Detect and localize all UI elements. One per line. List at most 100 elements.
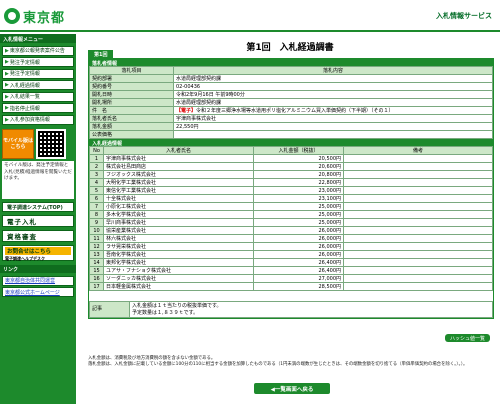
bid-cell-no: 5 <box>89 186 104 195</box>
bid-cell-rem <box>343 266 493 275</box>
winner-header-content: 落札内容 <box>173 66 493 75</box>
winner-row: 開札日時 令和2年9月16日 午前9時00分 <box>89 90 493 99</box>
bid-cell-name: 早川商事株式会社 <box>103 218 254 227</box>
mobile-button[interactable]: モバイル版はこちら <box>2 129 34 159</box>
winner-row-text: 宇津商事株式会社 <box>176 116 217 122</box>
sidebar-links: 東京都自治体共同運営 東京都公式ホームページ <box>0 273 76 300</box>
bid-cell-name: 十全株式会社 <box>103 194 254 203</box>
winner-row-label: 公表価格 <box>89 130 174 139</box>
bid-cell-no: 16 <box>89 274 104 283</box>
bid-cell-amt: 25,000円 <box>253 210 344 219</box>
bid-cell-no: 11 <box>89 234 104 243</box>
ebid-enter-button[interactable]: 電子入札 <box>2 215 74 227</box>
logo[interactable]: 東京都 <box>4 6 65 26</box>
bid-cell-name: 吾南化学株式会社 <box>103 250 254 259</box>
arrow-right-icon: ▶ <box>5 93 9 100</box>
memo-content: 入札金額は１ｔ当たりの税抜単価です。 予定数量は１,８３９ｔです。 <box>129 301 493 318</box>
winner-row-value: 22,550円 <box>173 122 493 131</box>
bid-cell-no: 4 <box>89 178 104 187</box>
page-title: 第1回 入札経過調書 <box>246 43 334 53</box>
arrow-right-icon: ▶ <box>5 47 9 54</box>
bid-row: 9 早川商事株式会社 25,000円 <box>89 218 493 227</box>
winner-row-text: 02-00436 <box>176 83 201 90</box>
faq-subtitle: 電子調達ヘルプデスク <box>5 256 45 261</box>
bid-cell-no: 12 <box>89 242 104 251</box>
bid-cell-no: 13 <box>89 250 104 259</box>
winner-row: 開札場所 水道局経理部契約課 <box>89 98 493 107</box>
qualification-button[interactable]: 資格審査 <box>2 230 74 242</box>
bid-cell-no: 10 <box>89 226 104 235</box>
arrow-right-icon: ▶ <box>5 105 9 111</box>
winner-row-value: 令和2年9月16日 午前9時00分 <box>173 90 493 99</box>
link-tokyo-official[interactable]: 東京都公式ホームページ <box>2 287 74 297</box>
sidebar-item-label: 入札経過情報 <box>9 82 40 89</box>
winner-row-text: 水道局経理部契約課 <box>176 100 222 106</box>
sidebar-item-6[interactable]: ▶ 入札参加資格情報 <box>2 114 74 125</box>
bid-header-remarks: 備考 <box>343 146 493 155</box>
bid-row: 8 多木化学株式会社 25,000円 <box>89 210 493 219</box>
arrow-right-icon: ▶ <box>5 70 9 77</box>
main-content: 第1回 入札経過調書 第1回 落札者情報 落札項目 落札内容 契約部署 水道局経理… <box>84 34 496 404</box>
bid-cell-no: 3 <box>89 170 104 179</box>
sidebar-item-label: 入札結果一覧 <box>9 94 40 100</box>
bid-cell-no: 17 <box>89 282 104 291</box>
links-title: リンク <box>0 265 76 273</box>
sidebar-item-label: 東京都公報発表案件公告 <box>9 48 65 54</box>
bid-row: 2 株式会社島田商店 20,600円 <box>89 162 493 171</box>
hash-list-button[interactable]: ハッシュ値一覧 <box>444 334 490 342</box>
arrow-right-icon: ▶ <box>5 116 9 123</box>
bid-cell-amt: 23,100円 <box>253 194 344 203</box>
header: 東京都 入札情報サービス <box>0 0 500 32</box>
bid-cell-amt: 26,000円 <box>253 242 344 251</box>
bid-cell-name: 株式会社島田商店 <box>103 162 254 171</box>
winner-row-label: 件 名 <box>89 106 174 115</box>
bid-cell-no: 2 <box>89 162 104 171</box>
memo-line-2: 予定数量は１,８３９ｔです。 <box>132 309 199 316</box>
bid-cell-amt: 22,800円 <box>253 178 344 187</box>
bid-cell-rem <box>343 274 493 283</box>
bid-cell-name: ユアサ・フナショク株式会社 <box>103 266 254 275</box>
bid-cell-rem <box>343 226 493 235</box>
winner-row: 契約部署 水道局経理部契約課 <box>89 74 493 83</box>
bid-cell-name: 大明化学工業株式会社 <box>103 178 254 187</box>
winner-row-label: 開札日時 <box>89 90 174 99</box>
bid-cell-name: 東信化学工業株式会社 <box>103 186 254 195</box>
bid-cell-rem <box>343 162 493 171</box>
bid-row: 6 十全株式会社 23,100円 <box>89 194 493 203</box>
sidebar-item-label: 指名停止情報 <box>9 105 40 112</box>
winner-header-item: 落札項目 <box>89 66 174 75</box>
sidebar-item-1[interactable]: ▶ 発注予定情報 <box>2 57 74 67</box>
logo-text: 東京都 <box>23 10 66 26</box>
bid-cell-amt: 26,400円 <box>253 258 344 267</box>
bid-cell-name: 小原化工株式会社 <box>103 202 254 211</box>
bid-row: 4 大明化学工業株式会社 22,800円 <box>89 178 493 187</box>
bid-cell-no: 9 <box>89 218 104 227</box>
sidebar-item-0[interactable]: ▶ 東京都公報発表案件公告 <box>2 45 74 56</box>
arrow-right-icon: ▶ <box>5 59 9 65</box>
sidebar-item-4[interactable]: ▶ 入札結果一覧 <box>2 91 74 102</box>
link-joint-operation[interactable]: 東京都自治体共同運営 <box>2 275 74 286</box>
mobile-note: モバイル版は、発注予定情報と入札(見積)経過情報を閲覧いただけます。 <box>2 161 74 199</box>
result-panel: 落札者情報 落札項目 落札内容 契約部署 水道局経理部契約課 契約番号 02-0043… <box>88 58 494 319</box>
bid-row: 5 東信化学工業株式会社 23,000円 <box>89 186 493 195</box>
sidebar-item-5[interactable]: ▶ 指名停止情報 <box>2 103 74 113</box>
bid-header-no: No <box>89 146 104 155</box>
bid-cell-rem <box>343 250 493 259</box>
memo-table: 記事 入札金額は１ｔ当たりの税抜単価です。 予定数量は１,８３９ｔです。 <box>89 301 493 318</box>
note-2: 落札金額は、入札金額に記載している金額に100分の110に相当する金額を加算した… <box>88 362 468 367</box>
bid-cell-name: 協栄産業株式会社 <box>103 226 254 235</box>
faq-banner[interactable]: お問合せはこちら 電子調達ヘルプデスク <box>2 245 74 261</box>
sidebar-item-2[interactable]: ▶ 発注予定情報 <box>2 68 74 79</box>
winner-row-value: 宇津商事株式会社 <box>173 114 493 123</box>
sidebar-menu: ▶ 東京都公報発表案件公告 ▶ 発注予定情報 ▶ 発注予定情報 ▶ 入札経過情報 ▶ 入札結果一覧… <box>0 43 76 127</box>
ebid-system-button[interactable]: 電子調達システム(TOP) <box>2 202 74 212</box>
winner-row-value: 水道局経理部契約課 <box>173 98 493 107</box>
winner-row: 契約番号 02-00436 <box>89 82 493 91</box>
bid-cell-no: 1 <box>89 154 104 163</box>
bid-cell-rem <box>343 202 493 211</box>
bid-cell-amt: 26,000円 <box>253 250 344 259</box>
bid-cell-rem <box>343 194 493 203</box>
back-to-list-button[interactable]: ◀一覧画面へ戻る <box>254 383 330 394</box>
sidebar-item-3[interactable]: ▶ 入札経過情報 <box>2 80 74 90</box>
tab-round-1[interactable]: 第1回 <box>88 50 114 58</box>
